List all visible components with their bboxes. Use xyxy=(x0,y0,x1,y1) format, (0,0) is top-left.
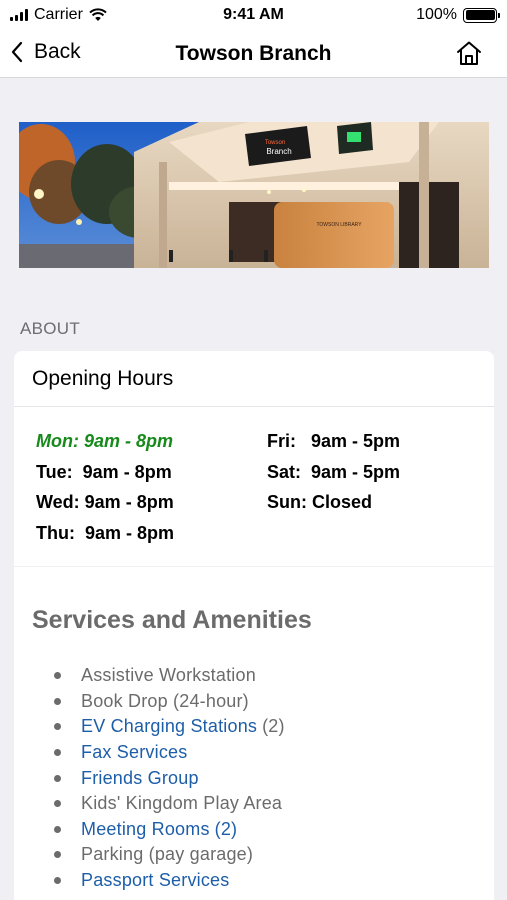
building-lettering: TOWSON LIBRARY xyxy=(316,222,362,228)
service-ev-charging[interactable]: EV Charging Stations (2) xyxy=(54,714,285,740)
branch-photo: TOWSON LIBRARY Towson Branch xyxy=(19,122,489,268)
service-label: Parking (pay garage) xyxy=(81,844,254,865)
opening-hours-heading: Opening Hours xyxy=(14,351,494,407)
bullet-icon xyxy=(54,672,61,680)
hours-wednesday: Wed: 9am - 8pm xyxy=(36,492,174,512)
bullet-icon xyxy=(54,774,61,782)
service-assistive-workstation: Assistive Workstation xyxy=(54,663,285,689)
battery-icon xyxy=(463,7,500,23)
services-list: Assistive Workstation Book Drop (24-hour… xyxy=(54,663,285,893)
status-right: 100% xyxy=(416,6,500,24)
service-fax[interactable]: Fax Services xyxy=(54,740,285,766)
bullet-icon xyxy=(54,825,61,833)
hours-thursday: Thu: 9am - 8pm xyxy=(36,523,175,543)
service-link[interactable]: Fax Services xyxy=(81,742,187,763)
bullet-icon xyxy=(54,723,61,731)
service-label: Book Drop (24-hour) xyxy=(81,690,249,711)
service-meeting-rooms[interactable]: Meeting Rooms (2) xyxy=(54,817,285,843)
service-label: Kids' Kingdom Play Area xyxy=(81,793,283,814)
services-title: Services and Amenities xyxy=(32,606,312,634)
service-kids-kingdom: Kids' Kingdom Play Area xyxy=(54,791,285,817)
bullet-icon xyxy=(54,697,61,705)
bullet-icon xyxy=(54,851,61,859)
service-link[interactable]: Passport Services xyxy=(81,870,229,891)
sign-top-text: Towson xyxy=(265,140,285,146)
battery-fill xyxy=(465,10,495,20)
hours-sunday: Sun: Closed xyxy=(267,492,373,512)
battery-percent: 100% xyxy=(416,6,457,23)
service-count: (2) xyxy=(262,716,285,737)
bullet-icon xyxy=(54,800,61,808)
hours-monday: Mon: 9am - 8pm xyxy=(36,431,174,451)
about-section-label: ABOUT xyxy=(20,319,81,338)
service-friends-group[interactable]: Friends Group xyxy=(54,765,285,791)
bullet-icon xyxy=(54,749,61,757)
service-label: Assistive Workstation xyxy=(81,665,256,686)
service-link[interactable]: EV Charging Stations xyxy=(81,716,257,737)
navigation-bar: Back Towson Branch xyxy=(0,30,507,78)
opening-hours-grid: Mon: 9am - 8pm Tue: 9am - 8pm Wed: 9am -… xyxy=(14,407,494,567)
hours-tuesday: Tue: 9am - 8pm xyxy=(36,462,172,482)
hours-friday: Fri: 9am - 5pm xyxy=(267,431,401,451)
status-bar: Carrier 9:41 AM 100% xyxy=(0,0,507,30)
sign-bottom-text: Branch xyxy=(266,147,291,156)
hours-saturday: Sat: 9am - 5pm xyxy=(267,462,401,482)
service-passport[interactable]: Passport Services xyxy=(54,868,285,894)
page-title: Towson Branch xyxy=(175,42,332,65)
library-building-image: TOWSON LIBRARY Towson Branch xyxy=(19,122,489,268)
service-link[interactable]: Meeting Rooms xyxy=(81,819,210,840)
bullet-icon xyxy=(54,877,61,885)
service-count[interactable]: (2) xyxy=(215,819,238,840)
home-icon[interactable] xyxy=(455,40,483,66)
service-parking: Parking (pay garage) xyxy=(54,842,285,868)
service-book-drop: Book Drop (24-hour) xyxy=(54,689,285,715)
branch-info-card: Opening Hours Mon: 9am - 8pm Tue: 9am - … xyxy=(14,351,494,900)
service-link[interactable]: Friends Group xyxy=(81,768,199,789)
